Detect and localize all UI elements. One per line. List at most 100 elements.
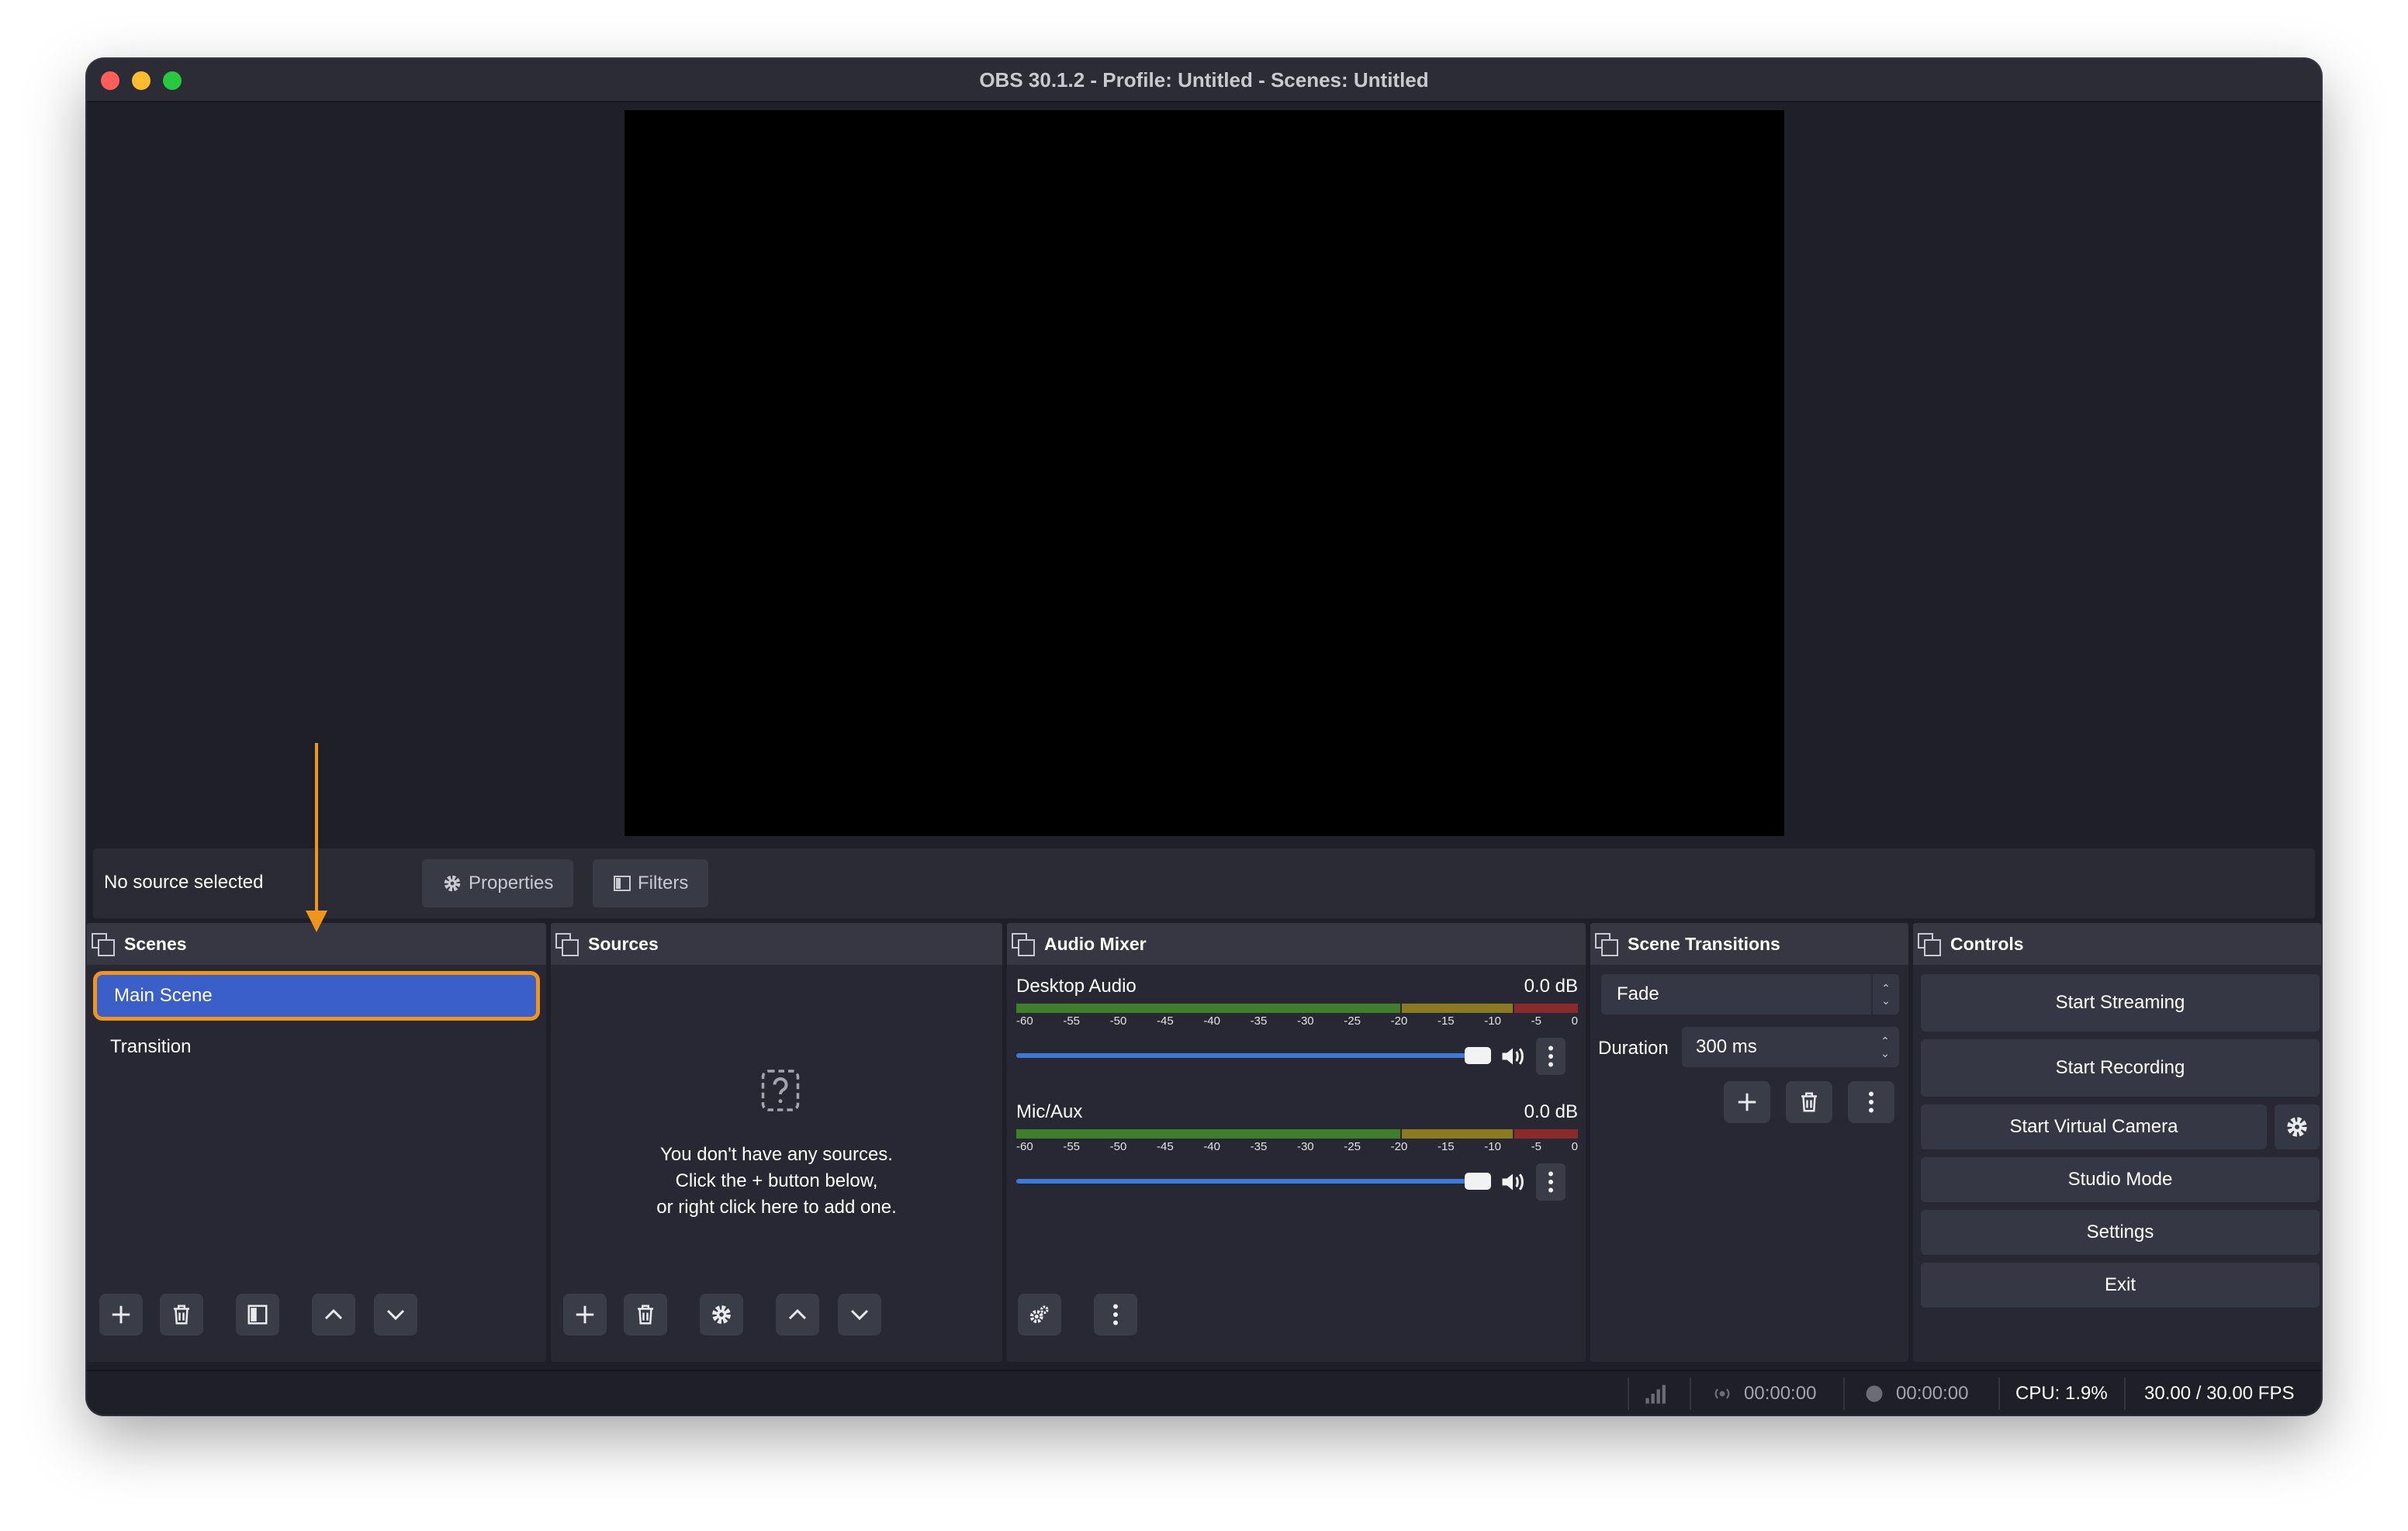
record-time: 00:00:00: [1896, 1383, 1969, 1404]
chevron-down-icon: [386, 1309, 405, 1321]
mixer-channel-desktop-audio: Desktop Audio 0.0 dB -60 -55 -50 -45 -40 -35-…: [1016, 976, 1578, 1075]
sources-empty-line-2: Click the + button below,: [675, 1170, 878, 1191]
filters-icon: [247, 1305, 268, 1325]
controls-dock-header: Controls: [1913, 923, 2321, 965]
plus-icon: [1738, 1093, 1756, 1111]
window-title: OBS 30.1.2 - Profile: Untitled - Scenes:…: [979, 67, 1429, 92]
network-strength: [1645, 1371, 1671, 1415]
add-source-button[interactable]: [563, 1294, 607, 1336]
kebab-icon: [1869, 1091, 1873, 1113]
preview-area: [87, 104, 2321, 906]
exit-button[interactable]: Exit: [1921, 1263, 2320, 1308]
channel-name: Mic/Aux: [1016, 1101, 1083, 1122]
duration-label: Duration: [1598, 1038, 1669, 1059]
gear-icon: [2287, 1117, 2307, 1137]
move-source-down-button[interactable]: [838, 1294, 881, 1336]
settings-button[interactable]: Settings: [1921, 1210, 2320, 1255]
move-scene-up-button[interactable]: [312, 1294, 355, 1336]
sources-dock: Sources You don't have any sources. Clic…: [551, 923, 1002, 1362]
scene-transitions-title: Scene Transitions: [1628, 933, 1780, 954]
remove-scene-button[interactable]: [160, 1294, 203, 1336]
add-scene-button[interactable]: [99, 1294, 143, 1336]
scene-item-main-scene[interactable]: Main Scene: [93, 971, 540, 1021]
question-icon: [761, 1070, 800, 1111]
kebab-icon: [1113, 1304, 1118, 1325]
virtual-camera-settings-button[interactable]: [2275, 1104, 2320, 1149]
undock-icon[interactable]: [555, 933, 579, 956]
scene-transitions-dock-header: Scene Transitions: [1590, 923, 1908, 965]
status-bar: 00:00:00 00:00:00 CPU: 1.9% 30.00 / 30.0…: [87, 1370, 2321, 1415]
volume-meter: [1016, 1004, 1578, 1013]
source-properties-button[interactable]: [700, 1294, 743, 1336]
plus-icon: [112, 1305, 130, 1324]
mixer-channel-mic-aux: Mic/Aux 0.0 dB -60 -55 -50 -45 -40 -35 -30 -25-…: [1016, 1101, 1578, 1201]
scenes-title: Scenes: [124, 933, 187, 954]
undock-icon[interactable]: [1918, 933, 1941, 956]
cpu-usage: CPU: 1.9%: [2015, 1383, 2108, 1404]
filters-button[interactable]: Filters: [593, 859, 709, 907]
chevron-up-icon: [324, 1308, 343, 1320]
move-source-up-button[interactable]: [776, 1294, 819, 1336]
audio-mixer-title: Audio Mixer: [1044, 933, 1147, 954]
zoom-window-button[interactable]: [163, 71, 182, 90]
gear-icon: [712, 1305, 731, 1324]
stream-status: 00:00:00: [1711, 1371, 1816, 1415]
preview-canvas[interactable]: [624, 110, 1784, 836]
mixer-menu-button[interactable]: [1094, 1294, 1137, 1336]
start-virtual-camera-button[interactable]: Start Virtual Camera: [1921, 1104, 2267, 1149]
undock-icon[interactable]: [1012, 933, 1035, 956]
move-scene-down-button[interactable]: [374, 1294, 417, 1336]
speaker-icon[interactable]: [1499, 1042, 1527, 1070]
properties-button[interactable]: Properties: [422, 859, 574, 907]
advanced-audio-properties-button[interactable]: [1018, 1294, 1061, 1336]
close-window-button[interactable]: [101, 71, 119, 90]
volume-meter: [1016, 1129, 1578, 1139]
scene-item-label: Main Scene: [114, 985, 213, 1006]
transition-select[interactable]: Fade ⌃ ⌄: [1601, 974, 1899, 1014]
undock-icon[interactable]: [1595, 933, 1618, 956]
fps-readout: 30.00 / 30.00 FPS: [2144, 1383, 2295, 1404]
stepper-icon[interactable]: ⌃ ⌄: [1871, 1027, 1899, 1067]
add-transition-button[interactable]: [1724, 1081, 1770, 1123]
chevron-up-icon: [788, 1308, 807, 1320]
gears-icon: [1029, 1305, 1049, 1323]
remove-source-button[interactable]: [624, 1294, 667, 1336]
remove-transition-button[interactable]: [1786, 1081, 1832, 1123]
duration-spinbox[interactable]: 300 ms ⌃ ⌄: [1682, 1027, 1899, 1067]
annotation-arrow-icon: [306, 743, 327, 932]
channel-menu-button[interactable]: [1536, 1038, 1566, 1075]
studio-mode-button[interactable]: Studio Mode: [1921, 1157, 2320, 1202]
transition-select-value: Fade: [1617, 983, 1659, 1004]
start-recording-button[interactable]: Start Recording: [1921, 1039, 2320, 1097]
scenes-dock: Scenes Main Scene Transition: [87, 923, 546, 1362]
sources-dock-header: Sources: [551, 923, 1002, 965]
channel-level: 0.0 dB: [1524, 1101, 1578, 1122]
volume-fader[interactable]: [1016, 1038, 1578, 1075]
chevron-down-icon: [850, 1309, 869, 1321]
scene-filters-button[interactable]: [236, 1294, 279, 1336]
select-arrows-icon: ⌃ ⌄: [1871, 974, 1899, 1014]
undock-icon[interactable]: [92, 933, 115, 956]
speaker-icon[interactable]: [1499, 1168, 1527, 1196]
controls-title: Controls: [1950, 933, 2024, 954]
scene-item-transition[interactable]: Transition: [93, 1022, 540, 1072]
title-bar: OBS 30.1.2 - Profile: Untitled - Scenes:…: [87, 59, 2321, 102]
transition-menu-button[interactable]: [1848, 1081, 1894, 1123]
duration-value: 300 ms: [1696, 1036, 1757, 1057]
signal-bars-icon: [1645, 1384, 1666, 1404]
stream-time: 00:00:00: [1744, 1383, 1817, 1404]
sources-title: Sources: [588, 933, 659, 954]
filters-icon: [614, 876, 631, 891]
minimize-window-button[interactable]: [132, 71, 150, 90]
fader-handle[interactable]: [1465, 1047, 1491, 1064]
volume-fader[interactable]: [1016, 1163, 1578, 1201]
sources-empty-line-1: You don't have any sources.: [660, 1144, 893, 1165]
channel-level: 0.0 dB: [1524, 976, 1578, 997]
filters-label: Filters: [638, 873, 689, 893]
fader-handle[interactable]: [1465, 1173, 1491, 1190]
channel-menu-button[interactable]: [1536, 1163, 1566, 1201]
start-streaming-button[interactable]: Start Streaming: [1921, 974, 2320, 1032]
no-source-label: No source selected: [104, 872, 264, 893]
traffic-lights: [101, 71, 182, 90]
kebab-icon: [1548, 1045, 1553, 1067]
